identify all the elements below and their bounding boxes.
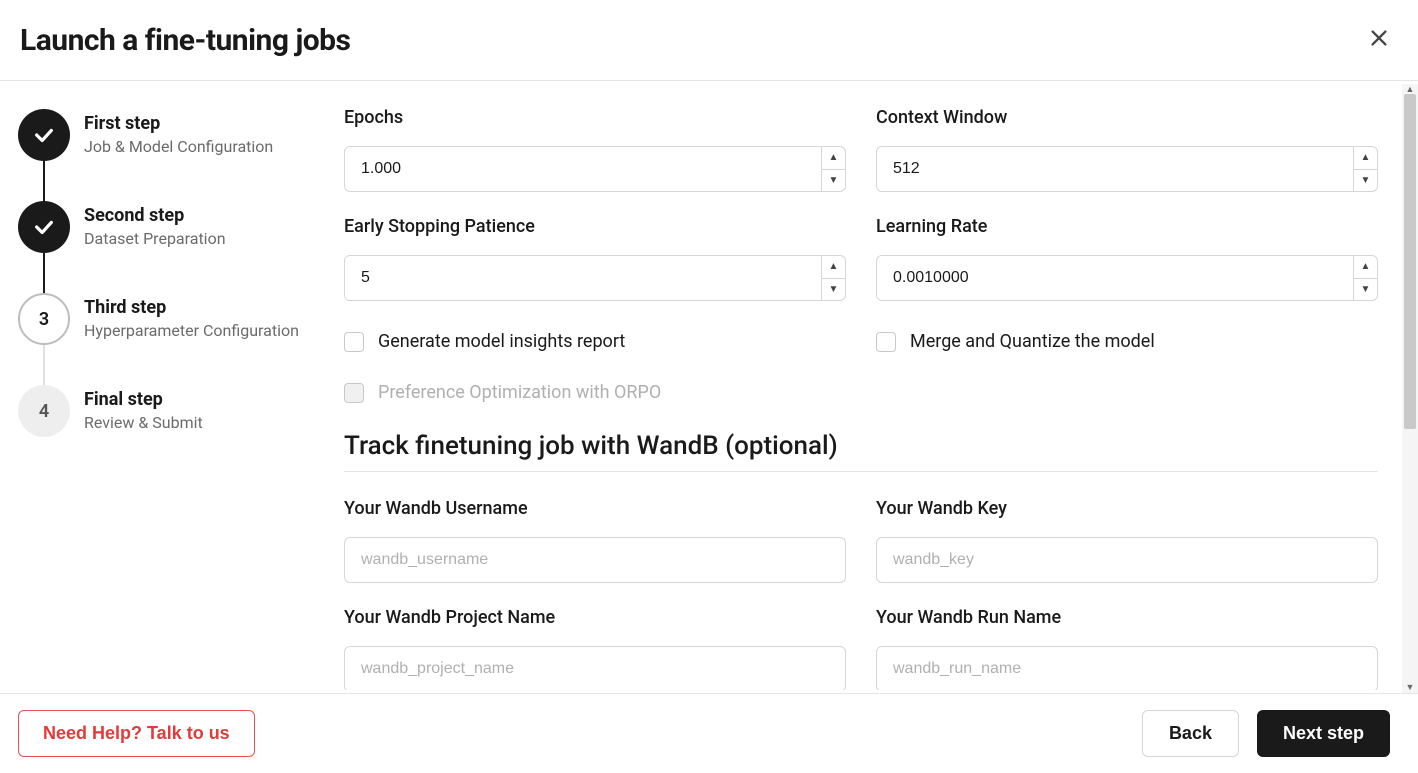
stepper: First step Job & Model Configuration Sec… xyxy=(0,81,330,690)
wandb-key-field: Your Wandb Key xyxy=(876,498,1378,583)
learning-rate-field: Learning Rate ▲ ▼ xyxy=(876,216,1378,301)
wandb-username-input[interactable] xyxy=(344,537,846,583)
step-4[interactable]: 4 Final step Review & Submit xyxy=(18,385,320,437)
step-connector xyxy=(43,253,45,293)
orpo-checkbox-row: Preference Optimization with ORPO xyxy=(344,382,1378,403)
next-step-button[interactable]: Next step xyxy=(1257,710,1390,757)
context-window-step-up[interactable]: ▲ xyxy=(1354,147,1377,170)
wandb-username-label: Your Wandb Username xyxy=(344,498,846,519)
early-stopping-label: Early Stopping Patience xyxy=(344,216,846,237)
step-4-subtitle: Review & Submit xyxy=(84,413,203,432)
step-connector xyxy=(43,161,45,201)
form-content: Epochs ▲ ▼ Context Window ▲ ▼ xyxy=(330,81,1418,690)
merge-checkbox[interactable] xyxy=(876,332,896,352)
step-2-subtitle: Dataset Preparation xyxy=(84,229,226,248)
divider xyxy=(344,471,1378,472)
step-3-subtitle: Hyperparameter Configuration xyxy=(84,321,299,340)
learning-rate-step-up[interactable]: ▲ xyxy=(1354,256,1377,279)
early-stopping-step-up[interactable]: ▲ xyxy=(822,256,845,279)
scrollbar[interactable]: ▲ ▼ xyxy=(1402,84,1418,693)
close-button[interactable] xyxy=(1360,20,1398,60)
epochs-label: Epochs xyxy=(344,107,846,128)
learning-rate-label: Learning Rate xyxy=(876,216,1378,237)
epochs-input[interactable] xyxy=(345,147,821,191)
wandb-run-label: Your Wandb Run Name xyxy=(876,607,1378,628)
step-2-title: Second step xyxy=(84,205,226,226)
step-4-title: Final step xyxy=(84,389,203,410)
back-button[interactable]: Back xyxy=(1142,710,1239,757)
insights-checkbox-label: Generate model insights report xyxy=(378,331,625,352)
insights-checkbox[interactable] xyxy=(344,332,364,352)
epochs-step-up[interactable]: ▲ xyxy=(822,147,845,170)
epochs-field: Epochs ▲ ▼ xyxy=(344,107,846,192)
step-2[interactable]: Second step Dataset Preparation xyxy=(18,201,320,253)
context-window-field: Context Window ▲ ▼ xyxy=(876,107,1378,192)
wandb-project-input[interactable] xyxy=(344,646,846,690)
early-stopping-step-down[interactable]: ▼ xyxy=(822,279,845,301)
wandb-username-field: Your Wandb Username xyxy=(344,498,846,583)
learning-rate-step-down[interactable]: ▼ xyxy=(1354,279,1377,301)
close-icon xyxy=(1368,27,1390,49)
epochs-step-down[interactable]: ▼ xyxy=(822,170,845,192)
wandb-key-input[interactable] xyxy=(876,537,1378,583)
step-3[interactable]: 3 Third step Hyperparameter Configuratio… xyxy=(18,293,320,345)
step-1-subtitle: Job & Model Configuration xyxy=(84,137,273,156)
step-2-circle xyxy=(18,201,70,253)
step-4-circle: 4 xyxy=(18,385,70,437)
wandb-section-title: Track finetuning job with WandB (optiona… xyxy=(344,431,1378,461)
orpo-checkbox-label: Preference Optimization with ORPO xyxy=(378,382,661,403)
modal-header: Launch a fine-tuning jobs xyxy=(0,0,1418,81)
wandb-key-label: Your Wandb Key xyxy=(876,498,1378,519)
merge-checkbox-row: Merge and Quantize the model xyxy=(876,331,1378,352)
wandb-project-field: Your Wandb Project Name xyxy=(344,607,846,690)
wandb-run-input[interactable] xyxy=(876,646,1378,690)
context-window-step-down[interactable]: ▼ xyxy=(1354,170,1377,192)
insights-checkbox-row: Generate model insights report xyxy=(344,331,846,352)
step-connector xyxy=(43,345,45,385)
merge-checkbox-label: Merge and Quantize the model xyxy=(910,331,1155,352)
step-1[interactable]: First step Job & Model Configuration xyxy=(18,109,320,161)
wandb-run-field: Your Wandb Run Name xyxy=(876,607,1378,690)
step-1-circle xyxy=(18,109,70,161)
early-stopping-input[interactable] xyxy=(345,256,821,300)
page-title: Launch a fine-tuning jobs xyxy=(20,23,350,58)
learning-rate-input[interactable] xyxy=(877,256,1353,300)
scrollbar-thumb[interactable] xyxy=(1404,94,1416,429)
step-3-circle: 3 xyxy=(18,293,70,345)
early-stopping-field: Early Stopping Patience ▲ ▼ xyxy=(344,216,846,301)
step-3-title: Third step xyxy=(84,297,299,318)
wandb-project-label: Your Wandb Project Name xyxy=(344,607,846,628)
step-1-title: First step xyxy=(84,113,273,134)
scroll-down-icon[interactable]: ▼ xyxy=(1402,682,1418,693)
check-icon xyxy=(33,124,55,146)
check-icon xyxy=(33,216,55,238)
orpo-checkbox xyxy=(344,383,364,403)
context-window-label: Context Window xyxy=(876,107,1378,128)
context-window-input[interactable] xyxy=(877,147,1353,191)
help-button[interactable]: Need Help? Talk to us xyxy=(18,710,255,757)
footer: Need Help? Talk to us Back Next step xyxy=(0,693,1418,773)
